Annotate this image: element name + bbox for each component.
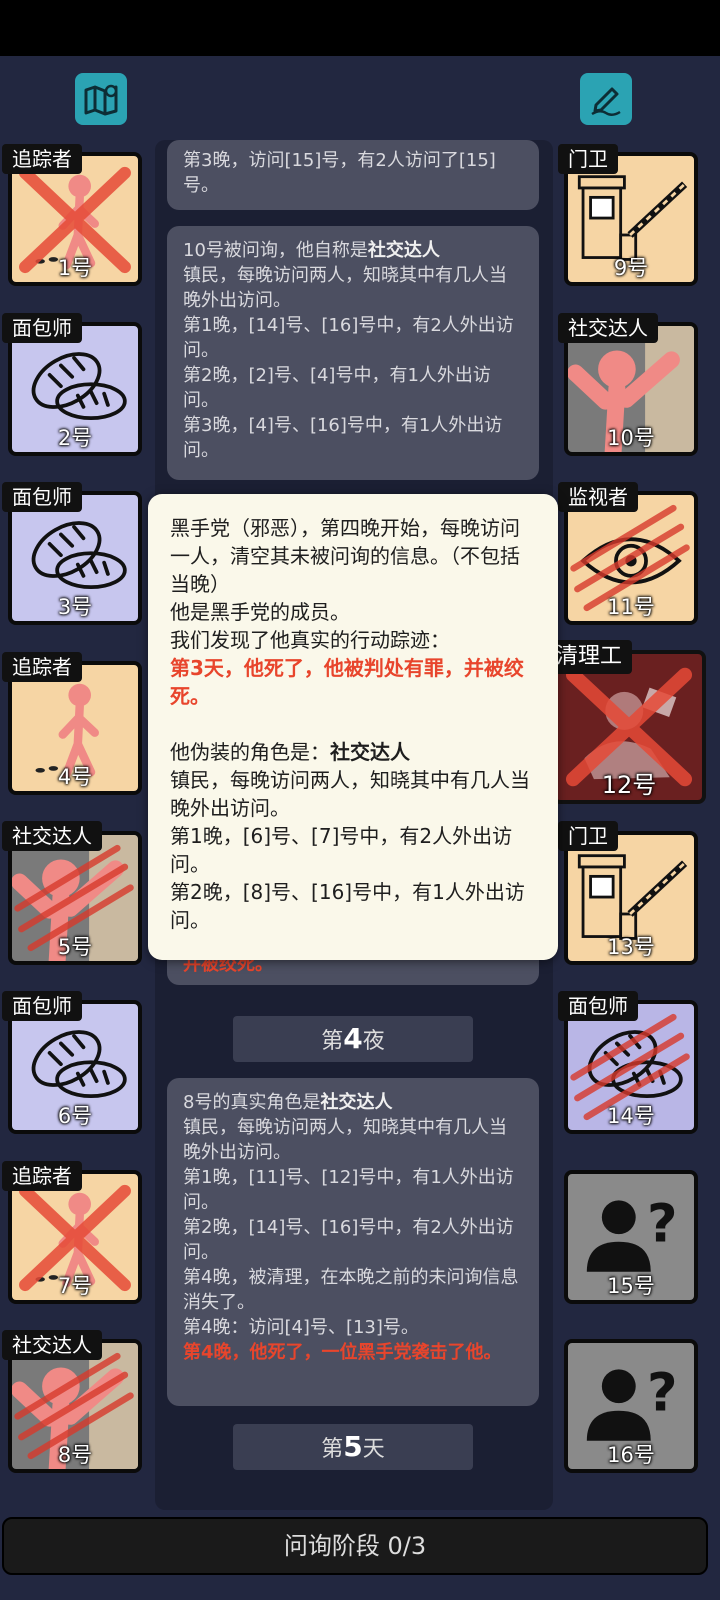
role-label: 面包师 [2,482,82,512]
pen-icon [591,87,621,116]
player-number: 4号 [57,765,93,789]
player-number: 5号 [57,935,93,959]
role-label: 追踪者 [2,1161,82,1191]
log-text: 第3晚，[4]号、[16]号中，有1人外出访问。 [183,415,503,461]
player-card-5[interactable]: 5号 [8,831,142,965]
death-text: 第3天，他死了，他被判处有罪，并被绞死。 [170,656,524,708]
role-label: 社交达人 [558,313,658,343]
divider-text: 第 [321,1437,344,1462]
role-label: 社交达人 [2,821,102,851]
log-text: 第2晚，[14]号、[16]号中，有2人外出访问。 [183,1217,514,1263]
role-label: 面包师 [2,991,82,1021]
divider-number: 4 [343,1022,363,1055]
player-number: 6号 [57,1104,93,1128]
notes-button[interactable] [580,73,632,125]
divider-text: 夜 [362,1029,385,1054]
phase-divider: 第4夜 [233,1016,473,1062]
log-message: 第3晚，访问[15]号，有2人访问了[15]号。 [167,140,539,210]
log-text: 第4晚，被清理，在本晚之前的未问询信息消失了。 [183,1267,519,1313]
player-number: 16号 [607,1443,655,1467]
divider-number: 5 [343,1430,363,1463]
role-label: 面包师 [2,313,82,343]
role-label: 面包师 [558,991,638,1021]
log-text: 第1晚，[14]号、[16]号中，有2人外出访问。 [183,315,514,361]
role-name: 社交达人 [367,240,440,261]
role-label: 门卫 [558,144,618,174]
popup-text: 他伪装的角色是： [170,740,330,764]
log-text: 第3晚，访问[15]号，有2人访问了[15]号。 [183,150,496,196]
status-bar [0,0,720,56]
log-text: 10号被问询，他自称是 [183,240,368,261]
popup-text: 第1晚，[6]号、[7]号中，有2人外出访问。 [170,824,513,876]
role-label: 门卫 [558,821,618,851]
role-label: 清理工 [546,640,633,674]
death-text: 第4晚，他死了，一位黑手党袭击了他。 [183,1342,502,1363]
log-message: 10号被问询，他自称是社交达人 镇民，每晚访问两人，知晓其中有几人当晚外出访问。… [167,226,539,480]
popup-text: 黑手党（邪恶），第四晚开始，每晚访问一人，清空其未被问询的信息。（不包括当晚） [170,516,520,596]
divider-text: 天 [362,1437,385,1462]
player-number: 8号 [57,1443,93,1467]
log-text: 镇民，每晚访问两人，知晓其中有几人当晚外出访问。 [183,265,507,311]
popup-text: 镇民，每晚访问两人，知晓其中有几人当晚外出访问。 [170,768,530,820]
player-detail-popup[interactable]: 黑手党（邪恶），第四晚开始，每晚访问一人，清空其未被问询的信息。（不包括当晚） … [148,494,558,960]
svg-text:?: ? [647,1363,678,1424]
player-card-13[interactable]: 13号 [564,831,698,965]
role-label: 追踪者 [2,144,82,174]
popup-text: 第2晚，[8]号、[16]号中，有1人外出访问。 [170,880,525,932]
role-label: 社交达人 [2,1330,102,1360]
popup-text: 他是黑手党的成员。 [170,600,350,624]
map-icon [84,84,118,116]
role-label: 追踪者 [2,652,82,682]
log-text: 8号的真实角色是 [183,1092,321,1113]
player-number: 12号 [601,771,657,799]
player-number: 3号 [57,595,93,619]
player-number: 10号 [607,426,655,450]
svg-text:?: ? [647,1194,678,1255]
log-text: 第1晚，[11]号、[12]号中，有1人外出访问。 [183,1167,514,1213]
player-card-16[interactable]: ? 16号 [564,1339,698,1473]
log-text: 第4晚：访问[4]号、[13]号。 [183,1317,419,1338]
popup-text: 我们发现了他真实的行动踪迹： [170,628,450,652]
player-number: 9号 [613,256,649,280]
map-button[interactable] [75,73,127,125]
player-number: 11号 [607,595,655,619]
phase-divider: 第5天 [233,1424,473,1470]
role-name: 社交达人 [320,1092,393,1113]
player-number: 1号 [57,256,93,280]
player-number: 15号 [607,1274,655,1298]
log-text: 第2晚，[2]号、[4]号中，有1人外出访问。 [183,365,491,411]
role-label: 监视者 [558,482,638,512]
player-number: 14号 [607,1104,655,1128]
player-card-15[interactable]: ? 15号 [564,1170,698,1304]
divider-text: 第 [321,1029,344,1054]
log-message: 8号的真实角色是社交达人 镇民，每晚访问两人，知晓其中有几人当晚外出访问。 第1… [167,1078,539,1406]
log-text: 镇民，每晚访问两人，知晓其中有几人当晚外出访问。 [183,1117,507,1163]
player-number: 7号 [57,1274,93,1298]
player-number: 2号 [57,426,93,450]
player-number: 13号 [607,935,655,959]
role-name: 社交达人 [330,740,410,764]
interrogation-phase-button[interactable]: 问询阶段 0/3 [2,1517,708,1575]
